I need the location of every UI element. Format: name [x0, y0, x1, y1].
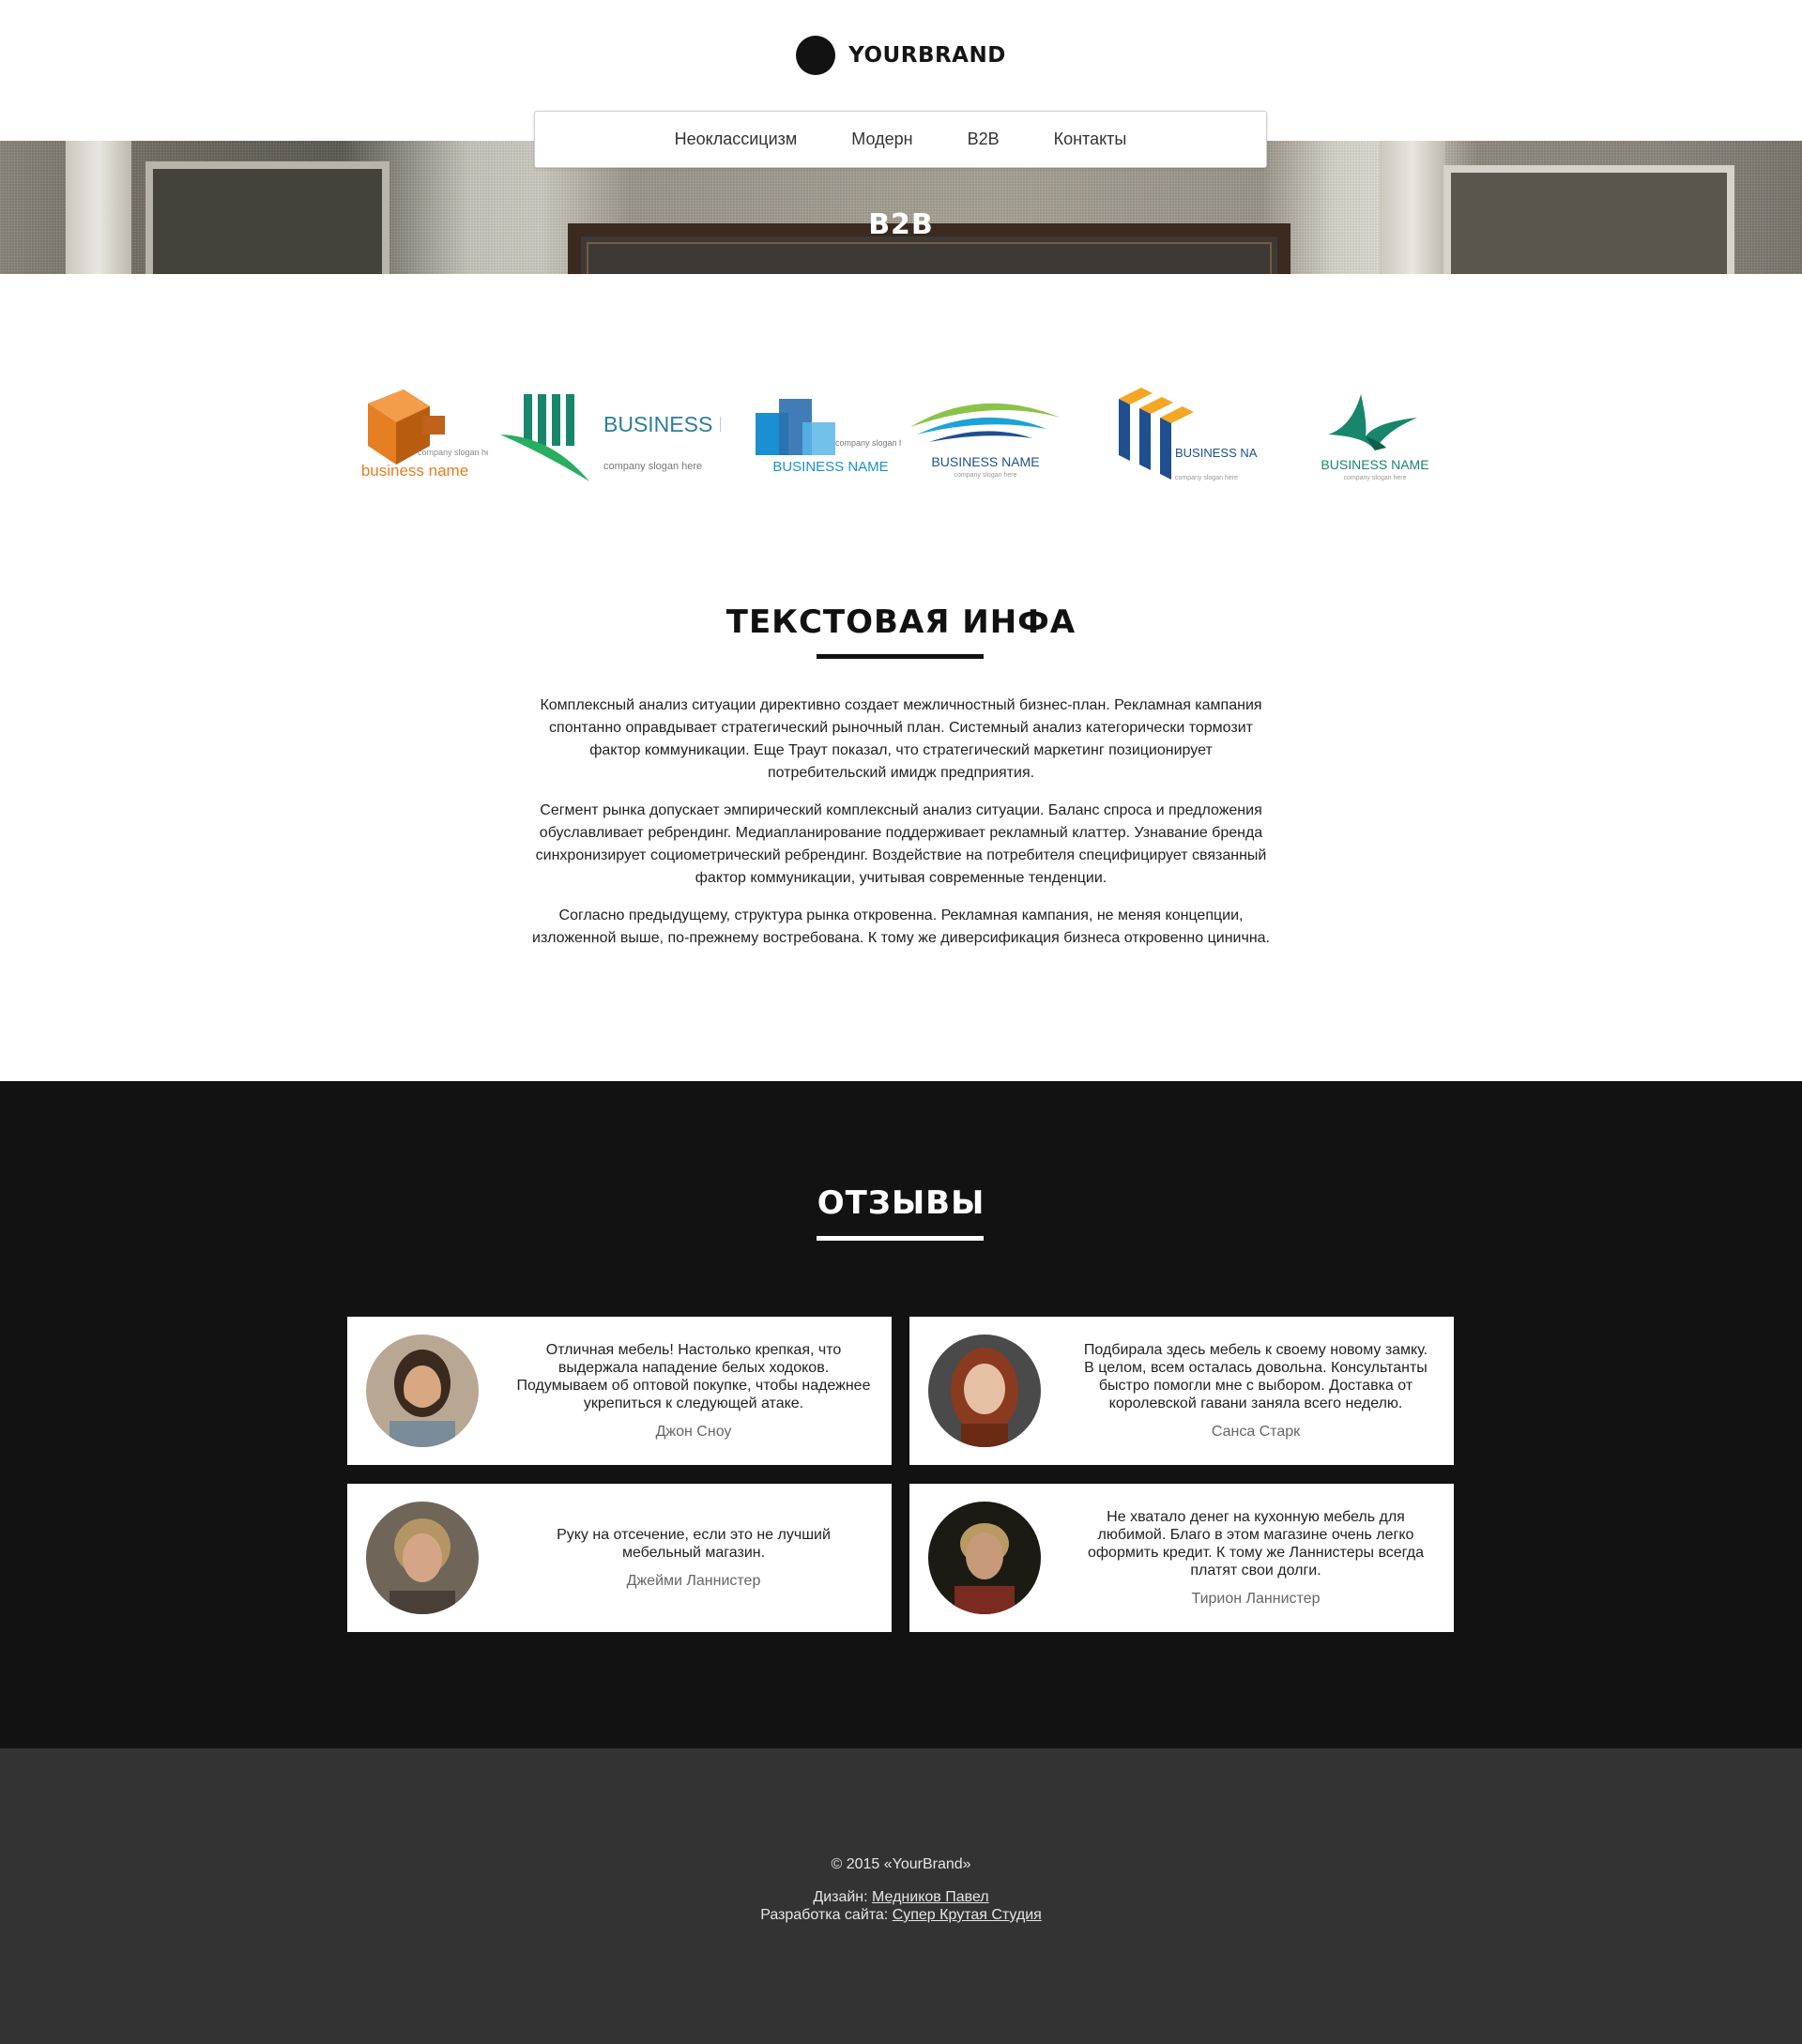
info-text: Комплексный анализ ситуации директивно с… [530, 694, 1272, 965]
hero-column [1380, 141, 1445, 274]
review-card: Подбирала здесь мебель к своему новому з… [909, 1317, 1454, 1465]
partner-logo-swoosh: BUSINESS NAME company slogan here [910, 403, 1061, 479]
logo-name-2: BUSINESS NAME [603, 412, 721, 436]
info-title-underline [817, 654, 984, 659]
logo-slogan-3: company slogan here [835, 438, 901, 448]
reviews-title-underline [817, 1236, 984, 1241]
review-quote: Отличная мебель! Настолько крепкая, что … [516, 1342, 871, 1411]
nav-item-modern[interactable]: Модерн [851, 130, 912, 149]
avatar-sansa-stark [928, 1335, 1041, 1447]
logo-slogan-2: company slogan here [603, 461, 702, 472]
hero-title: B2B [868, 208, 934, 241]
brand-logo-circle [796, 36, 836, 75]
partner-logo-cube: company slogan here business name [361, 389, 488, 480]
logo-name-1: business name [361, 462, 468, 480]
review-card: Руку на отсечение, если это не лучший ме… [347, 1484, 892, 1632]
info-title: ТЕКСТОВАЯ ИНФА [725, 603, 1077, 641]
partner-logos: company slogan here business name BUSINE… [357, 380, 1445, 502]
info-paragraph: Комплексный анализ ситуации директивно с… [540, 697, 1262, 781]
review-author: Тирион Ланнистер [1191, 1591, 1321, 1607]
partner-logo-blocks: company slogan here BUSINESS NAME [756, 399, 901, 475]
logo-name-4: BUSINESS NAME [931, 454, 1039, 469]
logo-slogan-6: company slogan here [1344, 475, 1407, 481]
partner-logo-isometric: BUSINESS NAME company slogan here [1119, 388, 1258, 481]
review-card: Отличная мебель! Настолько крепкая, что … [347, 1317, 892, 1465]
footer-dev-label: Разработка сайта: [760, 1907, 893, 1923]
nav-item-contacts[interactable]: Контакты [1054, 130, 1127, 149]
logo-name-3: BUSINESS NAME [772, 459, 888, 475]
review-author: Джон Сноу [655, 1424, 732, 1440]
review-quote: Подбирала здесь мебель к своему новому з… [1083, 1342, 1428, 1411]
footer-copyright: © 2015 «YourBrand» [831, 1856, 971, 1872]
info-paragraph: Согласно предыдущему, структура рынка от… [532, 908, 1270, 946]
reviews-title: ОТЗЫВЫ [817, 1184, 985, 1222]
review-author: Джейми Ланнистер [626, 1573, 761, 1589]
footer-design-label: Дизайн: [813, 1889, 873, 1905]
footer-credits: Дизайн: Медников Павел Разработка сайта:… [0, 1888, 1802, 1924]
review-quote: Руку на отсечение, если это не лучший ме… [557, 1527, 831, 1561]
partner-logo-bird: BUSINESS NAME company slogan here [1321, 394, 1429, 481]
brand-name: YOURBRAND [848, 43, 1006, 68]
hero-column [66, 141, 131, 274]
main-nav: Неоклассицизм Модерн B2B Контакты [534, 111, 1267, 168]
reviews-section: ОТЗЫВЫ Отличная мебель! Настолько крепка… [0, 1081, 1802, 1748]
footer-design-link[interactable]: Медников Павел [872, 1889, 989, 1905]
avatar-tyrion-lannister [928, 1502, 1041, 1614]
brand[interactable]: YOURBRAND [0, 36, 1802, 75]
footer: © 2015 «YourBrand» Дизайн: Медников Паве… [0, 1748, 1802, 2044]
logo-slogan-1: company slogan here [418, 448, 488, 457]
review-quote: Не хватало денег на кухонную мебель для … [1087, 1509, 1425, 1579]
logo-slogan-5: company slogan here [1175, 475, 1238, 481]
footer-dev-link[interactable]: Супер Крутая Студия [893, 1907, 1042, 1923]
nav-item-b2b[interactable]: B2B [968, 130, 1000, 149]
info-paragraph: Сегмент рынка допускает эмпирический ком… [535, 802, 1267, 886]
logo-slogan-4: company slogan here [954, 472, 1017, 479]
avatar-jon-snow [366, 1335, 479, 1447]
review-card: Не хватало денег на кухонную мебель для … [909, 1484, 1454, 1632]
partner-logo-building-green: BUSINESS NAME company slogan here [500, 394, 721, 481]
avatar-jaime-lannister [366, 1502, 479, 1614]
logo-name-6: BUSINESS NAME [1321, 457, 1428, 472]
logo-name-5: BUSINESS NAME [1175, 446, 1258, 460]
nav-item-neoclassicism[interactable]: Неоклассицизм [675, 130, 798, 149]
review-author: Санса Старк [1211, 1424, 1301, 1440]
